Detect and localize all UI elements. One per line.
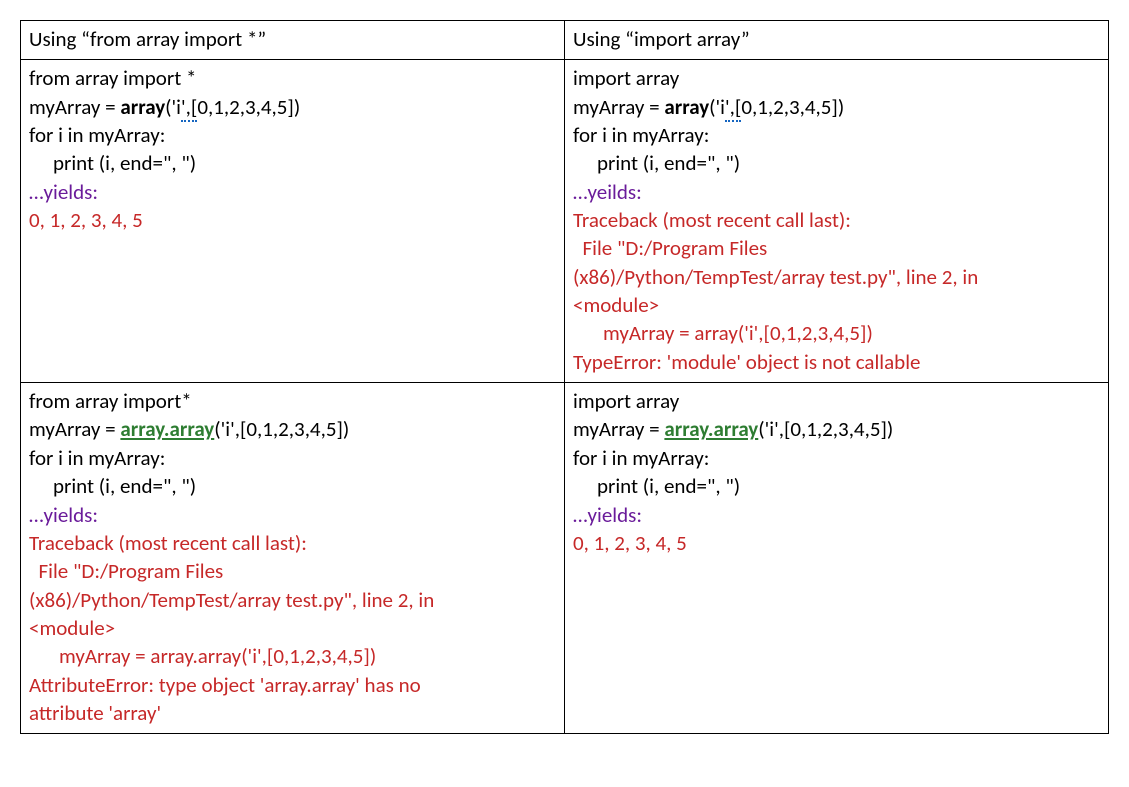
code-frag: 0,1,2,3,4,5]) <box>741 94 844 120</box>
error-line: (x86)/Python/TempTest/array test.py", li… <box>29 586 556 614</box>
code-line: myArray = array('i',[0,1,2,3,4,5]) <box>29 93 556 121</box>
code-line: myArray = array.array('i',[0,1,2,3,4,5]) <box>29 415 556 443</box>
code-frag: 0,1,2,3,4,5]) <box>197 94 300 120</box>
output-line: 0, 1, 2, 3, 4, 5 <box>29 206 556 234</box>
error-line: Traceback (most recent call last): <box>573 206 1100 234</box>
code-line: import array <box>573 387 1100 415</box>
code-frag: ('i <box>709 94 725 120</box>
code-line: for i in myArray: <box>573 121 1100 149</box>
error-line: myArray = array.array('i',[0,1,2,3,4,5]) <box>29 642 556 670</box>
code-frag: ('i <box>165 94 181 120</box>
code-frag: ('i',[0,1,2,3,4,5]) <box>214 416 349 442</box>
spellcheck-underline: ',[ <box>181 94 197 122</box>
header-right: Using “import array” <box>565 21 1109 60</box>
error-line: File "D:/Program Files <box>29 557 556 585</box>
error-line: <module> <box>29 614 556 642</box>
code-line: for i in myArray: <box>573 444 1100 472</box>
code-line: print (i, end=", ") <box>29 472 556 500</box>
header-left: Using “from array import *” <box>21 21 565 60</box>
error-line: File "D:/Program Files <box>573 234 1100 262</box>
error-line: attribute 'array' <box>29 699 556 727</box>
code-line: from array import* <box>29 387 556 415</box>
yields-label: …yeilds: <box>573 178 1100 206</box>
code-frag: myArray = <box>29 94 120 120</box>
code-frag: myArray = <box>573 416 664 442</box>
code-line: print (i, end=", ") <box>29 149 556 177</box>
code-bold: array <box>120 94 165 120</box>
cell-top-left: from array import * myArray = array('i',… <box>21 60 565 383</box>
header-left-text: Using “from array import *” <box>29 25 556 53</box>
cell-top-right: import array myArray = array('i',[0,1,2,… <box>565 60 1109 383</box>
error-frag: File "D:/Program Files <box>39 558 224 584</box>
yields-label: …yields: <box>29 501 556 529</box>
code-line: myArray = array.array('i',[0,1,2,3,4,5]) <box>573 415 1100 443</box>
code-line: from array import * <box>29 64 556 92</box>
cell-bottom-right: import array myArray = array.array('i',[… <box>565 383 1109 734</box>
yields-label: …yields: <box>29 178 556 206</box>
cell-bottom-left: from array import* myArray = array.array… <box>21 383 565 734</box>
header-right-text: Using “import array” <box>573 25 1100 53</box>
code-bold: array <box>664 94 709 120</box>
error-frag: File "D:/Program Files <box>583 235 768 261</box>
code-line: import array <box>573 64 1100 92</box>
yields-label: …yields: <box>573 501 1100 529</box>
code-line: for i in myArray: <box>29 444 556 472</box>
output-line: 0, 1, 2, 3, 4, 5 <box>573 529 1100 557</box>
error-line: AttributeError: type object 'array.array… <box>29 671 556 699</box>
code-line: for i in myArray: <box>29 121 556 149</box>
code-line: myArray = array('i',[0,1,2,3,4,5]) <box>573 93 1100 121</box>
code-error-link: array.array <box>664 416 758 442</box>
error-line: Traceback (most recent call last): <box>29 529 556 557</box>
spellcheck-underline: ',[ <box>725 94 741 122</box>
comparison-table: Using “from array import *” Using “impor… <box>20 20 1109 734</box>
code-error-link: array.array <box>120 416 214 442</box>
code-frag: ('i',[0,1,2,3,4,5]) <box>758 416 893 442</box>
error-line: myArray = array('i',[0,1,2,3,4,5]) <box>573 319 1100 347</box>
code-frag: myArray = <box>29 416 120 442</box>
error-line: <module> <box>573 291 1100 319</box>
error-line: TypeError: 'module' object is not callab… <box>573 348 1100 376</box>
code-line: print (i, end=", ") <box>573 472 1100 500</box>
code-frag: myArray = <box>573 94 664 120</box>
code-line: print (i, end=", ") <box>573 149 1100 177</box>
error-line: (x86)/Python/TempTest/array test.py", li… <box>573 263 1100 291</box>
